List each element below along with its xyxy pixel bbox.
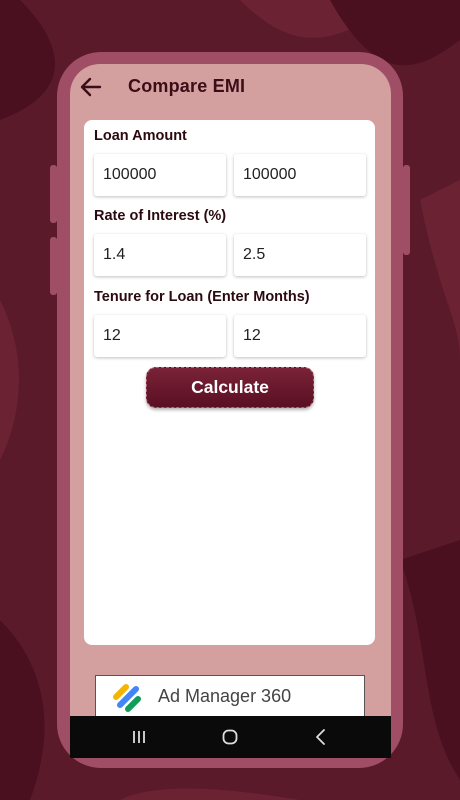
back-icon[interactable] [311, 727, 331, 747]
calculate-button[interactable]: Calculate [146, 367, 314, 408]
power-button [403, 165, 410, 255]
loan-amount-input-2[interactable]: 100000 [234, 154, 366, 196]
recents-icon[interactable] [129, 727, 149, 747]
app-screen: Compare EMI Loan Amount 100000 100000 Ra… [70, 64, 391, 758]
compare-form-card: Loan Amount 100000 100000 Rate of Intere… [84, 120, 375, 645]
page-title: Compare EMI [128, 76, 246, 96]
arrow-left-icon [80, 77, 102, 97]
ad-manager-logo-icon [113, 684, 141, 712]
tenure-input-1[interactable]: 12 [94, 315, 226, 357]
tenure-label: Tenure for Loan (Enter Months) [94, 289, 310, 305]
home-icon[interactable] [220, 727, 240, 747]
loan-amount-input-1[interactable]: 100000 [94, 154, 226, 196]
app-bar: Compare EMI [70, 64, 391, 112]
rate-input-1[interactable]: 1.4 [94, 234, 226, 276]
tenure-input-2[interactable]: 12 [234, 315, 366, 357]
ad-banner[interactable]: Ad Manager 360 [95, 675, 365, 717]
volume-down-button [50, 237, 57, 295]
back-button[interactable] [78, 74, 104, 100]
rate-label: Rate of Interest (%) [94, 208, 227, 224]
system-nav-bar [70, 716, 391, 758]
loan-amount-label: Loan Amount [94, 128, 187, 144]
ad-text: Ad Manager 360 [158, 686, 292, 706]
rate-input-2[interactable]: 2.5 [234, 234, 366, 276]
volume-up-button [50, 165, 57, 223]
